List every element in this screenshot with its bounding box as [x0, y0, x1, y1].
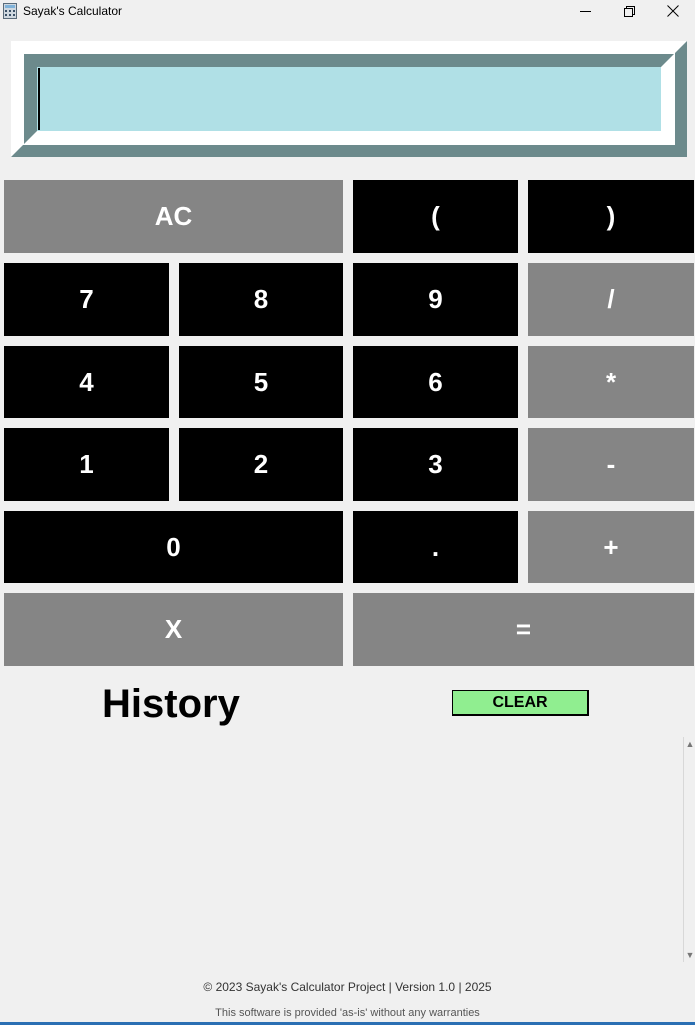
calculator-app-icon [3, 3, 17, 19]
digit-6-button[interactable]: 6 [353, 346, 518, 418]
add-button[interactable]: + [528, 511, 694, 583]
digit-8-button[interactable]: 8 [179, 263, 343, 336]
digit-1-button[interactable]: 1 [4, 428, 169, 501]
right-paren-button[interactable]: ) [528, 180, 694, 253]
title-bar: Sayak's Calculator [0, 0, 695, 23]
digit-5-button[interactable]: 5 [179, 346, 343, 418]
equals-button[interactable]: = [353, 593, 694, 666]
backspace-button[interactable]: X [4, 593, 343, 666]
digit-0-button[interactable]: 0 [4, 511, 343, 583]
history-scrollbar[interactable]: ▲ ▼ [683, 737, 695, 962]
restore-icon [623, 5, 635, 17]
multiply-button[interactable]: * [528, 346, 694, 418]
close-button[interactable] [651, 0, 695, 22]
history-heading: History [102, 682, 240, 726]
subtract-button[interactable]: - [528, 428, 694, 501]
text-cursor [38, 68, 40, 130]
maximize-button[interactable] [607, 0, 651, 22]
clear-history-button[interactable]: CLEAR [452, 690, 589, 716]
scroll-up-icon[interactable]: ▲ [685, 739, 695, 749]
left-paren-button[interactable]: ( [353, 180, 518, 253]
digit-4-button[interactable]: 4 [4, 346, 169, 418]
expression-display[interactable] [37, 67, 661, 131]
divide-button[interactable]: / [528, 263, 694, 336]
scroll-down-icon[interactable]: ▼ [685, 950, 695, 960]
all-clear-button[interactable]: AC [4, 180, 343, 253]
copyright-footer: © 2023 Sayak's Calculator Project | Vers… [203, 980, 492, 994]
digit-3-button[interactable]: 3 [353, 428, 518, 501]
window-title: Sayak's Calculator [23, 4, 122, 18]
history-list[interactable] [0, 737, 683, 962]
minimize-icon [579, 10, 591, 12]
disclaimer-footer: This software is provided 'as-is' withou… [215, 1007, 480, 1019]
decimal-point-button[interactable]: . [353, 511, 518, 583]
digit-9-button[interactable]: 9 [353, 263, 518, 336]
digit-7-button[interactable]: 7 [4, 263, 169, 336]
close-icon [667, 5, 679, 17]
digit-2-button[interactable]: 2 [179, 428, 343, 501]
minimize-button[interactable] [563, 0, 607, 22]
